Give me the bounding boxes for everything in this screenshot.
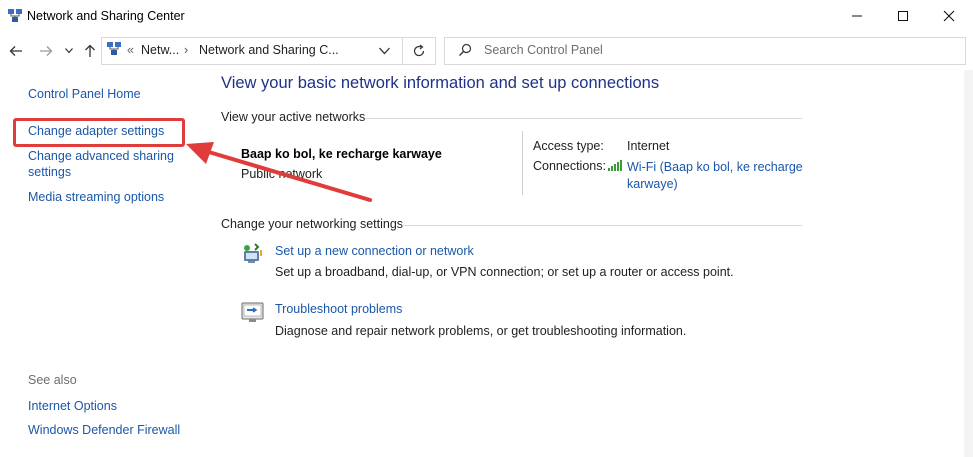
breadcrumb-separator[interactable]: › xyxy=(184,43,188,57)
maximize-icon xyxy=(898,11,908,21)
chevron-down-icon xyxy=(65,48,73,54)
search-icon xyxy=(459,43,472,56)
troubleshoot-icon[interactable] xyxy=(241,301,265,323)
up-button[interactable] xyxy=(82,40,98,62)
breadcrumb-item-network[interactable]: Netw... xyxy=(141,43,179,57)
connections-label: Connections: xyxy=(533,159,606,173)
media-streaming-options-link[interactable]: Media streaming options xyxy=(28,189,164,205)
vertical-divider xyxy=(522,131,523,195)
wifi-signal-icon xyxy=(608,160,622,171)
divider xyxy=(365,118,802,119)
network-center-icon xyxy=(107,42,121,55)
access-type-label: Access type: xyxy=(533,139,604,153)
active-networks-heading: View your active networks xyxy=(221,110,366,124)
chevron-down-icon xyxy=(379,47,390,55)
forward-arrow-icon xyxy=(40,46,53,56)
network-center-icon xyxy=(8,9,22,22)
setup-connection-description: Set up a broadband, dial-up, or VPN conn… xyxy=(275,265,734,279)
back-arrow-icon xyxy=(9,46,22,56)
maximize-button[interactable] xyxy=(880,0,926,32)
minimize-icon xyxy=(852,15,862,17)
internet-options-link[interactable]: Internet Options xyxy=(28,398,117,414)
scrollbar[interactable] xyxy=(964,70,973,457)
refresh-icon xyxy=(413,44,424,57)
divider xyxy=(402,225,802,226)
setup-connection-link[interactable]: Set up a new connection or network xyxy=(275,244,474,258)
back-button[interactable] xyxy=(6,40,26,62)
forward-button[interactable] xyxy=(36,40,56,62)
wifi-connection-link[interactable]: Wi-Fi (Baap ko bol, ke recharge karwaye) xyxy=(627,159,807,193)
troubleshoot-problems-link[interactable]: Troubleshoot problems xyxy=(275,302,402,316)
address-dropdown-button[interactable] xyxy=(379,44,390,58)
page-title: View your basic network information and … xyxy=(221,74,660,92)
close-icon xyxy=(943,10,955,22)
up-arrow-icon xyxy=(85,44,95,57)
annotation-arrow xyxy=(186,142,372,202)
change-adapter-settings-link[interactable]: Change adapter settings xyxy=(28,123,164,139)
breadcrumb-overflow[interactable]: « xyxy=(127,43,134,57)
windows-defender-firewall-link[interactable]: Windows Defender Firewall xyxy=(28,422,180,438)
change-advanced-sharing-settings-link[interactable]: Change advanced sharing settings xyxy=(28,148,178,180)
search-placeholder: Search Control Panel xyxy=(484,43,603,57)
change-networking-heading: Change your networking settings xyxy=(221,217,404,231)
access-type-value: Internet xyxy=(627,139,670,153)
control-panel-home-link[interactable]: Control Panel Home xyxy=(28,86,141,102)
close-button[interactable] xyxy=(926,0,972,32)
breadcrumb-item-sharing-center[interactable]: Network and Sharing C... xyxy=(199,43,339,57)
troubleshoot-description: Diagnose and repair network problems, or… xyxy=(275,324,687,338)
see-also-heading: See also xyxy=(28,373,77,387)
recent-locations-button[interactable] xyxy=(62,40,76,62)
window-title: Network and Sharing Center xyxy=(27,9,185,23)
refresh-button[interactable] xyxy=(402,37,436,65)
minimize-button[interactable] xyxy=(834,0,880,32)
new-connection-icon[interactable] xyxy=(241,242,265,266)
